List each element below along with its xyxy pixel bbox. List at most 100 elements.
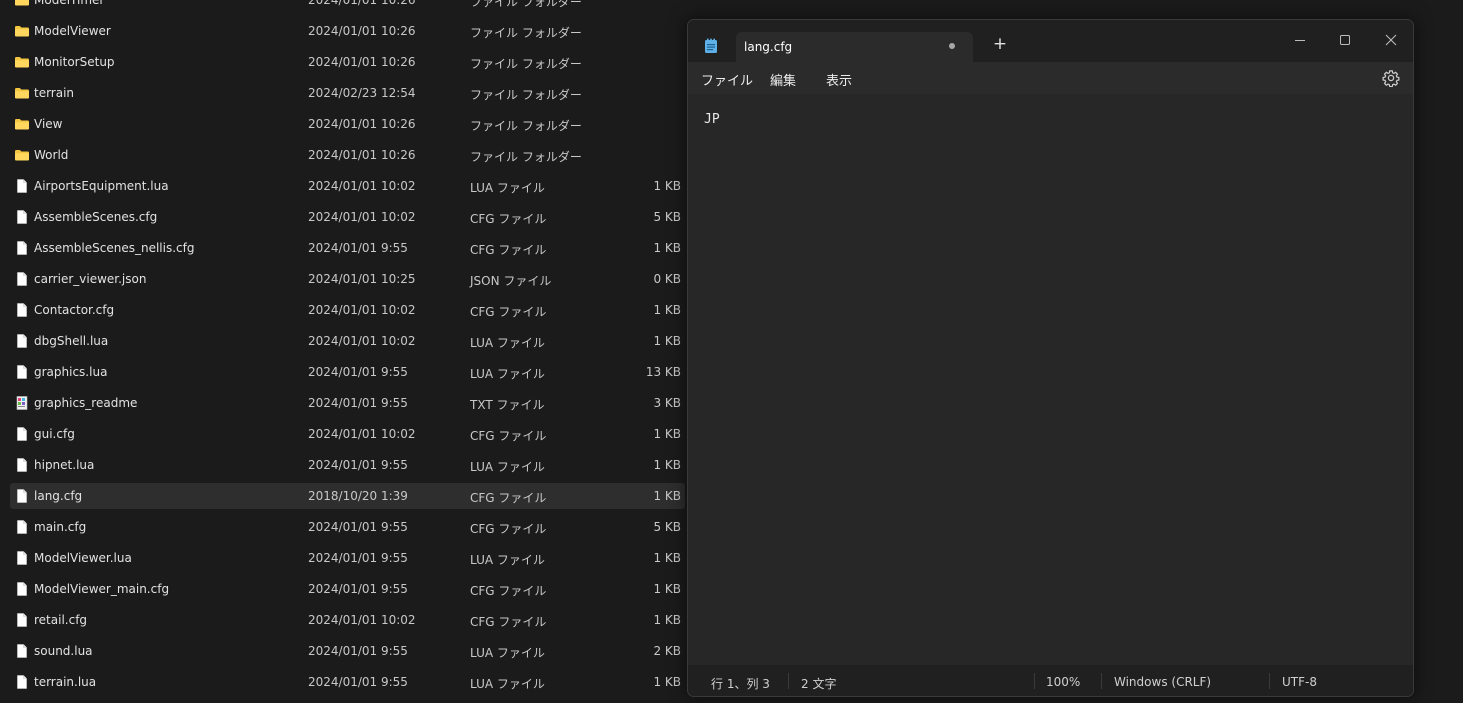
folder-row[interactable]: MonitorSetup 2024/01/01 10:26 ファイル フォルダー	[10, 49, 685, 75]
tab-lang-cfg[interactable]: lang.cfg	[736, 32, 973, 62]
file-name: hipnet.lua	[34, 458, 95, 472]
folder-row[interactable]: World 2024/01/01 10:26 ファイル フォルダー	[10, 142, 685, 168]
folder-row[interactable]: ModelTimer 2024/01/01 10:26 ファイル フォルダー	[10, 0, 685, 13]
file-type: CFG ファイル	[470, 429, 547, 443]
file-date: 2024/01/01 10:26	[308, 117, 416, 131]
cursor-position: 行 1、列 3	[711, 677, 770, 691]
file-icon	[17, 613, 27, 627]
file-date: 2024/01/01 9:55	[308, 365, 408, 379]
file-name: terrain	[34, 86, 75, 100]
file-row[interactable]: terrain.lua 2024/01/01 9:55 LUA ファイル 1 KB	[10, 669, 685, 695]
file-type: LUA ファイル	[470, 677, 545, 691]
file-icon	[17, 334, 27, 348]
file-type: CFG ファイル	[470, 212, 547, 226]
char-count: 2 文字	[801, 677, 837, 691]
close-button[interactable]	[1377, 26, 1405, 54]
file-size: 1 KB	[653, 179, 681, 193]
file-name: Contactor.cfg	[34, 303, 115, 317]
tab-title: lang.cfg	[744, 40, 793, 54]
file-row[interactable]: ModelViewer_main.cfg 2024/01/01 9:55 CFG フ…	[10, 576, 685, 602]
file-row[interactable]: carrier_viewer.json 2024/01/01 10:25 JSON …	[10, 266, 685, 292]
file-size: 5 KB	[653, 210, 681, 224]
file-size: 1 KB	[653, 427, 681, 441]
notepad-icon	[705, 38, 717, 53]
file-date: 2024/01/01 10:02	[308, 613, 416, 627]
status-divider	[788, 673, 789, 689]
editor-content: JP	[704, 112, 720, 127]
text-document-icon	[16, 396, 28, 410]
file-row[interactable]: graphics_readme 2024/01/01 9:55 TXT ファイル 3 …	[10, 390, 685, 416]
file-date: 2024/01/01 9:55	[308, 520, 408, 534]
status-bar: 行 1、列 3 2 文字 100% Windows (CRLF) UTF-8	[688, 665, 1413, 696]
file-row[interactable]: dbgShell.lua 2024/01/01 10:02 LUA ファイル 1 KB	[10, 328, 685, 354]
file-row[interactable]: ModelViewer.lua 2024/01/01 9:55 LUA ファイル 1 …	[10, 545, 685, 571]
folder-icon	[15, 0, 29, 6]
folder-row[interactable]: ModelViewer 2024/01/01 10:26 ファイル フォルダー	[10, 18, 685, 44]
file-icon	[17, 675, 27, 689]
file-icon	[17, 365, 27, 379]
status-divider	[1034, 673, 1035, 689]
file-icon	[17, 210, 27, 224]
file-type: LUA ファイル	[470, 367, 545, 381]
file-type: ファイル フォルダー	[470, 88, 582, 102]
file-name: ModelViewer	[34, 24, 111, 38]
file-date: 2024/01/01 10:26	[308, 55, 416, 69]
encoding[interactable]: UTF-8	[1282, 675, 1317, 689]
file-name: lang.cfg	[34, 489, 83, 503]
file-row[interactable]: sound.lua 2024/01/01 9:55 LUA ファイル 2 KB	[10, 638, 685, 664]
new-tab-button[interactable]: +	[990, 34, 1010, 54]
file-row[interactable]: hipnet.lua 2024/01/01 9:55 LUA ファイル 1 KB	[10, 452, 685, 478]
file-row[interactable]: gui.cfg 2024/01/01 10:02 CFG ファイル 1 KB	[10, 421, 685, 447]
minimize-button[interactable]	[1286, 26, 1314, 54]
file-row[interactable]: lang.cfg 2018/10/20 1:39 CFG ファイル 1 KB	[10, 483, 685, 509]
file-row[interactable]: AssembleScenes_nellis.cfg 2024/01/01 9:55…	[10, 235, 685, 261]
file-type: TXT ファイル	[470, 398, 545, 412]
gear-icon[interactable]	[1382, 69, 1400, 87]
folder-row[interactable]: View 2024/01/01 10:26 ファイル フォルダー	[10, 111, 685, 137]
file-row[interactable]: retail.cfg 2024/01/01 10:02 CFG ファイル 1 KB	[10, 607, 685, 633]
file-icon	[17, 303, 27, 317]
file-explorer-list: ModelTimer 2024/01/01 10:26 ファイル フォルダー Mode…	[0, 0, 700, 703]
file-row[interactable]: main.cfg 2024/01/01 9:55 CFG ファイル 5 KB	[10, 514, 685, 540]
file-icon	[17, 520, 27, 534]
file-date: 2024/01/01 9:55	[308, 551, 408, 565]
file-size: 2 KB	[653, 644, 681, 658]
file-name: dbgShell.lua	[34, 334, 109, 348]
file-date: 2024/01/01 9:55	[308, 582, 408, 596]
file-icon	[17, 272, 27, 286]
text-editor[interactable]: JP	[688, 94, 1413, 665]
file-row[interactable]: graphics.lua 2024/01/01 9:55 LUA ファイル 13 KB	[10, 359, 685, 385]
file-date: 2018/10/20 1:39	[308, 489, 408, 503]
file-row[interactable]: AssembleScenes.cfg 2024/01/01 10:02 CFG ファ…	[10, 204, 685, 230]
maximize-button[interactable]	[1331, 26, 1359, 54]
file-date: 2024/01/01 9:55	[308, 396, 408, 410]
folder-icon	[15, 26, 29, 37]
zoom-level[interactable]: 100%	[1046, 675, 1080, 689]
file-date: 2024/01/01 9:55	[308, 241, 408, 255]
file-size: 1 KB	[653, 675, 681, 689]
file-type: JSON ファイル	[470, 274, 552, 288]
menu-bar: ファイル 編集 表示	[688, 62, 1413, 94]
file-row[interactable]: AirportsEquipment.lua 2024/01/01 10:02 LUA…	[10, 173, 685, 199]
file-row[interactable]: Contactor.cfg 2024/01/01 10:02 CFG ファイル 1 K…	[10, 297, 685, 323]
title-bar[interactable]: lang.cfg +	[688, 20, 1413, 62]
file-name: terrain.lua	[34, 675, 97, 689]
file-date: 2024/02/23 12:54	[308, 86, 416, 100]
menu-edit[interactable]: 編集	[770, 70, 796, 89]
file-date: 2024/01/01 10:26	[308, 0, 416, 7]
file-name: gui.cfg	[34, 427, 75, 441]
file-date: 2024/01/01 10:02	[308, 334, 416, 348]
file-size: 1 KB	[653, 489, 681, 503]
file-name: AssembleScenes.cfg	[34, 210, 158, 224]
line-ending[interactable]: Windows (CRLF)	[1114, 675, 1211, 689]
unsaved-dot-icon[interactable]	[949, 43, 955, 49]
file-size: 1 KB	[653, 458, 681, 472]
menu-view[interactable]: 表示	[826, 70, 852, 89]
folder-row[interactable]: terrain 2024/02/23 12:54 ファイル フォルダー	[10, 80, 685, 106]
file-date: 2024/01/01 10:02	[308, 179, 416, 193]
file-icon	[17, 551, 27, 565]
file-name: AirportsEquipment.lua	[34, 179, 169, 193]
file-type: ファイル フォルダー	[470, 57, 582, 71]
file-type: ファイル フォルダー	[470, 119, 582, 133]
menu-file[interactable]: ファイル	[701, 70, 753, 89]
